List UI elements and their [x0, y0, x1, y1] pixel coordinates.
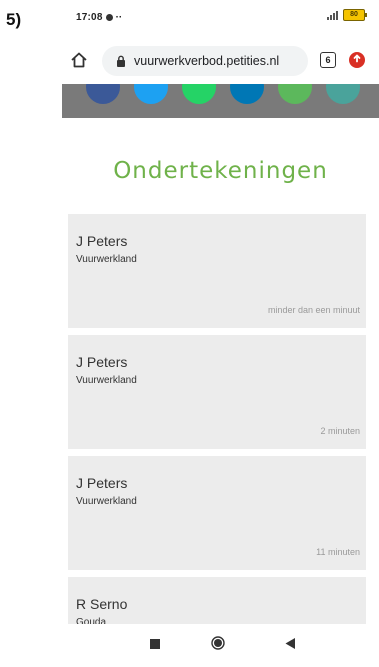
status-time: 17:08 [76, 11, 103, 23]
home-icon[interactable] [70, 51, 88, 69]
share-banner [62, 84, 379, 118]
home-button[interactable] [211, 636, 225, 650]
signer-name: J Peters [76, 354, 128, 370]
signer-place: Vuurwerkland [76, 375, 137, 386]
phone-screen: 17:08 ·· 80 vuurwerkverbod.petities.nl 6… [62, 0, 379, 667]
battery-icon: 80 [343, 9, 367, 21]
signature-card: J Peters Vuurwerkland 11 minuten [68, 456, 366, 570]
notification-icon [105, 13, 113, 21]
signer-name: J Peters [76, 475, 128, 491]
section-title: Ondertekeningen [113, 158, 328, 184]
twitter-share-button[interactable] [134, 84, 168, 104]
screenshot-page: 5) 17:08 ·· 80 vuurwerkverbod.petities.n… [0, 0, 379, 667]
signer-name: R Serno [76, 596, 128, 612]
status-bar: 17:08 ·· 80 [62, 0, 379, 34]
url-text: vuurwerkverbod.petities.nl [134, 54, 280, 68]
signature-card: J Peters Vuurwerkland 2 minuten [68, 335, 366, 449]
signature-time: 11 minuten [316, 547, 360, 557]
recent-apps-button[interactable] [150, 639, 160, 649]
status-overflow: ·· [115, 11, 123, 23]
browser-toolbar: vuurwerkverbod.petities.nl 6 [62, 44, 379, 80]
battery-level: 80 [350, 11, 358, 18]
signal-icon [327, 10, 338, 20]
back-button[interactable] [284, 637, 296, 650]
tabs-button[interactable]: 6 [320, 52, 336, 68]
whatsapp-share-button[interactable] [182, 84, 216, 104]
link-share-button[interactable] [326, 84, 360, 104]
signer-place: Vuurwerkland [76, 254, 137, 265]
android-nav-bar [62, 624, 379, 667]
status-indicators: 80 [327, 9, 367, 21]
signature-time: 2 minuten [320, 426, 360, 436]
lock-icon [117, 55, 125, 67]
step-label: 5) [6, 10, 22, 29]
signature-time: minder dan een minuut [267, 305, 360, 315]
alert-icon[interactable] [348, 51, 366, 69]
facebook-share-button[interactable] [86, 84, 120, 104]
signer-name: J Peters [76, 233, 128, 249]
linkedin-share-button[interactable] [230, 84, 264, 104]
email-share-button[interactable] [278, 84, 312, 104]
url-bar[interactable]: vuurwerkverbod.petities.nl [102, 46, 308, 76]
signer-place: Vuurwerkland [76, 496, 137, 507]
signature-card: J Peters Vuurwerkland minder dan een min… [68, 214, 366, 328]
